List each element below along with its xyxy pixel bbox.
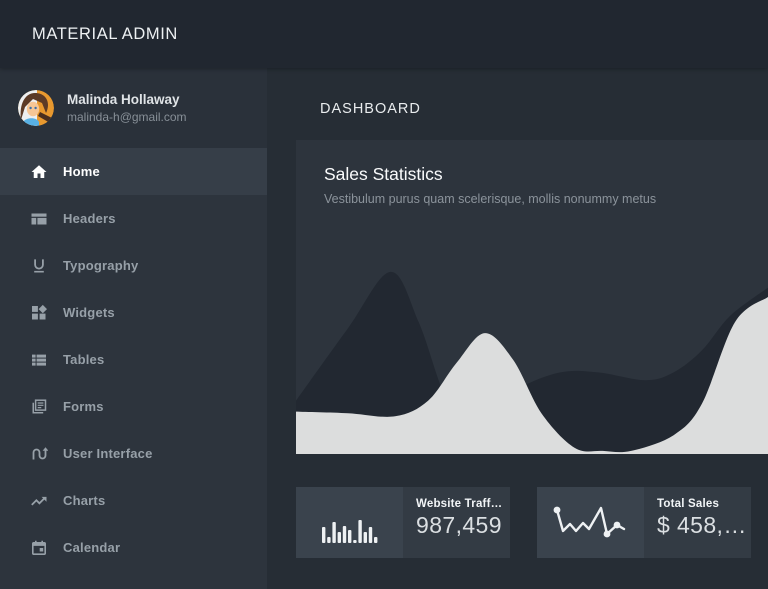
forms-icon	[30, 398, 48, 416]
sidebar-nav: Home Headers Typography Widgets Tables F…	[0, 148, 267, 589]
card-title: Sales Statistics	[324, 164, 656, 185]
stat-card-website-traff[interactable]: Website Traff… 987,459	[296, 487, 510, 558]
user-name: Malinda Hollaway	[67, 92, 187, 107]
layout-icon	[30, 210, 48, 228]
main-content: DASHBOARD Sales Statistics Vestibulum pu…	[267, 68, 768, 589]
sidebar-item-forms[interactable]: Forms	[0, 383, 267, 430]
trending-up-icon	[30, 492, 48, 510]
app-title: MATERIAL ADMIN	[32, 25, 178, 44]
card-subtitle: Vestibulum purus quam scelerisque, molli…	[324, 192, 656, 206]
photo-icon	[30, 586, 48, 589]
stat-card-total-sales[interactable]: Total Sales $ 458,…	[537, 487, 751, 558]
user-profile[interactable]: Malinda Hollaway malinda-h@gmail.com	[0, 68, 267, 148]
swap-icon	[30, 445, 48, 463]
app-header: MATERIAL ADMIN	[0, 0, 768, 68]
bar-chart-icon	[296, 487, 403, 558]
app-window: MATERIAL ADMIN	[0, 0, 768, 589]
user-email: malinda-h@gmail.com	[67, 110, 187, 124]
sidebar-item-tables[interactable]: Tables	[0, 336, 267, 383]
sidebar: Malinda Hollaway malinda-h@gmail.com Hom…	[0, 68, 267, 589]
home-icon	[30, 163, 48, 181]
sidebar-item-calendar[interactable]: Calendar	[0, 524, 267, 571]
sidebar-item-widgets[interactable]: Widgets	[0, 289, 267, 336]
avatar	[18, 90, 54, 126]
table-icon	[30, 351, 48, 369]
sidebar-item-home[interactable]: Home	[0, 148, 267, 195]
stats-row: Website Traff… 987,459 Total Sales $ 458…	[296, 487, 768, 558]
sidebar-item-photo-gallery[interactable]: Photo Gallery	[0, 571, 267, 589]
sidebar-item-user-interface[interactable]: User Interface	[0, 430, 267, 477]
sales-statistics-card: Sales Statistics Vestibulum purus quam s…	[296, 140, 768, 454]
sidebar-item-charts[interactable]: Charts	[0, 477, 267, 524]
sidebar-item-typography[interactable]: Typography	[0, 242, 267, 289]
underline-icon	[30, 257, 48, 275]
line-chart-icon	[537, 487, 644, 558]
calendar-icon	[30, 539, 48, 557]
page-title: DASHBOARD	[320, 101, 768, 118]
sidebar-item-headers[interactable]: Headers	[0, 195, 267, 242]
widgets-icon	[30, 304, 48, 322]
